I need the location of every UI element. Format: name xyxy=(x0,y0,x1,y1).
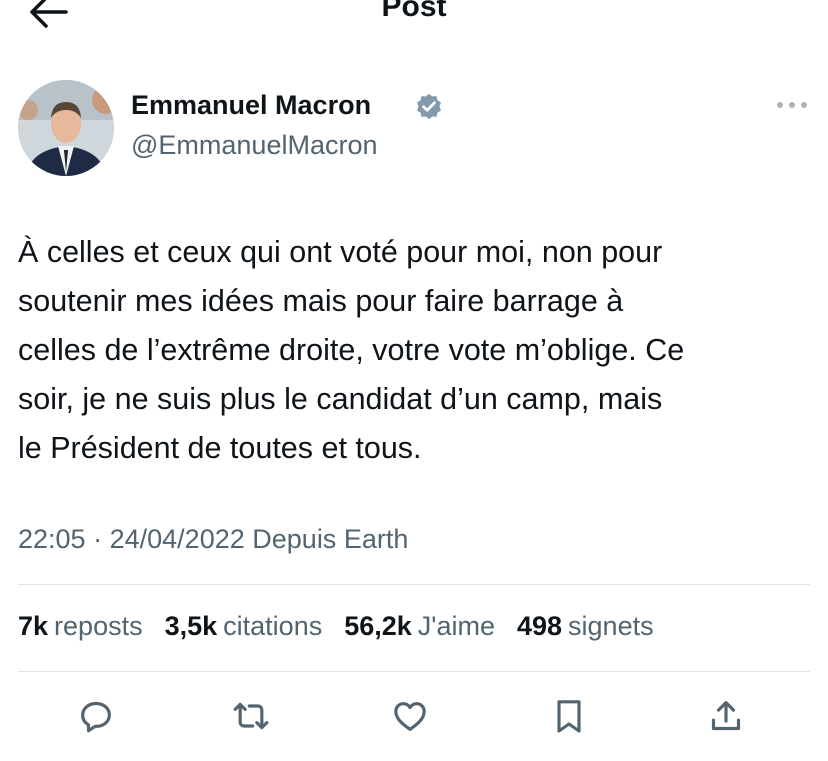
post-source[interactable]: Depuis Earth xyxy=(252,524,408,554)
like-button[interactable] xyxy=(390,696,434,740)
divider xyxy=(18,671,810,672)
share-button[interactable] xyxy=(706,696,750,740)
stat-quotes[interactable]: 3,5k citations xyxy=(165,611,323,642)
bookmark-button[interactable] xyxy=(549,696,593,740)
post-text: À celles et ceux qui ont voté pour moi, … xyxy=(18,235,685,465)
more-options-button[interactable] xyxy=(770,90,814,120)
stat-label: citations xyxy=(223,611,323,641)
more-dots-icon xyxy=(777,102,807,108)
stat-label: J'aime xyxy=(417,611,495,641)
author-handle[interactable]: @EmmanuelMacron xyxy=(131,130,378,161)
stat-reposts[interactable]: 7k reposts xyxy=(18,611,143,642)
avatar-photo xyxy=(18,80,114,176)
timestamp-separator: · xyxy=(93,524,103,554)
stat-value: 498 xyxy=(516,611,563,641)
post-date[interactable]: 24/04/2022 xyxy=(110,524,245,554)
stat-value: 56,2k xyxy=(344,611,412,641)
bookmark-icon xyxy=(557,700,581,733)
comment-icon xyxy=(81,701,111,733)
repost-button[interactable] xyxy=(231,696,275,740)
stat-value: 3,5k xyxy=(164,611,218,641)
share-icon xyxy=(711,701,741,731)
heart-icon xyxy=(394,702,426,731)
post-timestamp: 22:05 · 24/04/2022 Depuis Earth xyxy=(18,524,408,555)
avatar[interactable] xyxy=(18,80,114,176)
stat-label: reposts xyxy=(54,611,143,641)
post-time[interactable]: 22:05 xyxy=(18,524,86,554)
stat-bookmarks[interactable]: 498 signets xyxy=(517,611,654,642)
author-name[interactable]: Emmanuel Macron xyxy=(131,90,371,121)
post-page: Post Emmanuel Macron @EmmanuelMacron À c… xyxy=(0,0,828,761)
stat-value: 7k xyxy=(18,611,49,641)
verified-badge-icon xyxy=(417,93,441,120)
stat-likes[interactable]: 56,2k J'aime xyxy=(344,611,495,642)
post-stats: 7k reposts 3,5k citations 56,2k J'aime 498 s… xyxy=(18,611,654,642)
page-title: Post xyxy=(381,0,447,23)
repost-icon xyxy=(233,702,269,730)
divider xyxy=(18,584,810,585)
reply-button[interactable] xyxy=(76,696,120,740)
stat-label: signets xyxy=(568,611,654,641)
